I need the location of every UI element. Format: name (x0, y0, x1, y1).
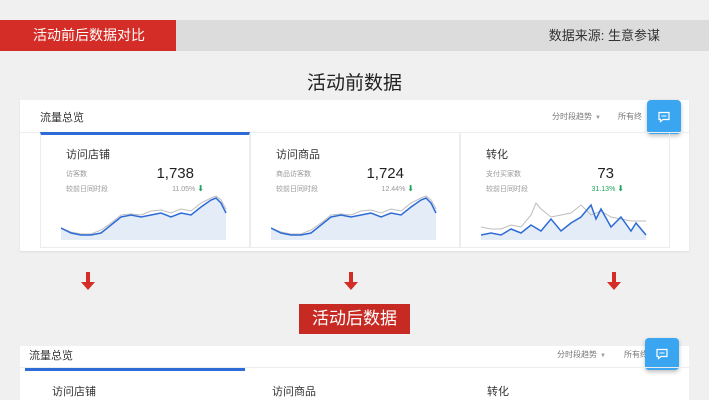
chat-bubble-icon (656, 348, 668, 360)
card-change: 12.44% ⬇ (382, 184, 414, 193)
arrow-down-icon: ⬇ (407, 184, 414, 193)
chevron-down-icon: ▼ (600, 353, 606, 359)
card-change-value: 12.44% (381, 186, 406, 193)
card-title: 访问店铺 (66, 149, 110, 161)
card-value: 1,738 (156, 165, 194, 182)
trend-select-label: 分时段趋势 (557, 350, 597, 359)
trend-select[interactable]: 分时段趋势 ▼ (557, 349, 606, 360)
card-value: 73 (597, 165, 614, 182)
arrow-down-icon: ⬇ (197, 184, 204, 193)
card-value: 1,724 (366, 165, 404, 182)
after-traffic-panel: 流量总览 分时段趋势 ▼ 所有终 访问店铺 访问商品 转化 (20, 338, 689, 400)
panel-title: 流量总览 (40, 112, 84, 124)
card-metric-label: 商品访客数 (276, 171, 311, 178)
before-traffic-panel: 流量总览 分时段趋势 ▼ 所有终 访问店铺 访客数 较前日同时段 1,738 11… (20, 100, 689, 251)
arrow-down-icon: ⬇ (617, 184, 624, 193)
tab-label: 访问店铺 (52, 386, 96, 398)
card-conversion[interactable]: 转化 支付买家数 较前日同时段 73 31.13% ⬇ (460, 132, 670, 248)
card-title: 转化 (486, 149, 508, 161)
terminal-select-label: 所有终 (618, 112, 642, 121)
card-metric-label: 访客数 (66, 171, 87, 178)
tab-visit-product[interactable]: 访问商品 (245, 368, 460, 400)
card-compare-label: 较前日同时段 (66, 186, 108, 193)
card-metric-label: 支付买家数 (486, 171, 521, 178)
after-section-title: 活动后数据 (299, 304, 410, 334)
header-bar: 活动前后数据对比 数据来源: 生意参谋 (0, 20, 709, 51)
card-change-value: 31.13% (591, 186, 616, 193)
tab-conversion[interactable]: 转化 (460, 368, 675, 400)
sparkline-chart (61, 195, 227, 240)
after-tabs: 访问店铺 访问商品 转化 (20, 368, 689, 400)
trend-select-label: 分时段趋势 (552, 112, 592, 121)
header-title: 活动前后数据对比 (0, 20, 176, 51)
sparkline-chart (271, 195, 437, 240)
before-section-title: 活动前数据 (306, 73, 402, 94)
card-change-value: 11.05% (172, 186, 196, 193)
card-compare-label: 较前日同时段 (486, 186, 528, 193)
tab-visit-store[interactable]: 访问店铺 (25, 368, 245, 400)
tab-label: 访问商品 (272, 386, 316, 398)
chevron-down-icon: ▼ (595, 115, 601, 121)
card-visit-product[interactable]: 访问商品 商品访客数 较前日同时段 1,724 12.44% ⬇ (250, 132, 460, 248)
chat-button[interactable] (645, 338, 679, 370)
data-source-label: 数据来源: 生意参谋 (548, 28, 660, 43)
arrow-down-icon (607, 272, 621, 290)
sparkline-chart (481, 202, 647, 240)
chat-bubble-icon (658, 111, 670, 123)
terminal-select[interactable]: 所有终 (618, 111, 642, 122)
chat-button[interactable] (647, 100, 681, 134)
panel-title: 流量总览 (29, 350, 73, 362)
arrow-down-icon (81, 272, 95, 290)
card-change: 31.13% ⬇ (592, 184, 624, 193)
arrow-down-icon (344, 272, 358, 290)
tab-label: 转化 (487, 386, 509, 398)
card-title: 访问商品 (276, 149, 320, 161)
card-change: 11.05% ⬇ (172, 184, 204, 193)
trend-select[interactable]: 分时段趋势 ▼ (552, 111, 601, 122)
card-visit-store[interactable]: 访问店铺 访客数 较前日同时段 1,738 11.05% ⬇ (40, 132, 250, 248)
card-compare-label: 较前日同时段 (276, 186, 318, 193)
